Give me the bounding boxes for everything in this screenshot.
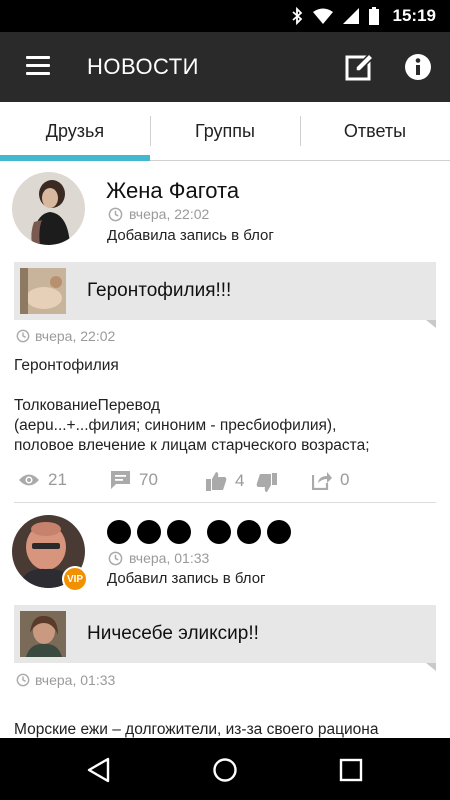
- post-time-text: вчера, 22:02: [35, 328, 116, 344]
- blog-card[interactable]: Геронтофилия!!!: [14, 262, 436, 328]
- page-title: НОВОСТИ: [87, 54, 199, 79]
- thumbs-up-icon: [206, 472, 227, 491]
- blog-thumbnail: [20, 268, 66, 314]
- status-bar: 15:19: [0, 0, 450, 32]
- post-action: Добавила запись в блог: [107, 227, 274, 244]
- blog-card[interactable]: Ничесебе эликсир!!: [14, 605, 436, 671]
- edit-icon[interactable]: [344, 52, 374, 82]
- avatar[interactable]: [12, 172, 85, 245]
- navigation-bar: [0, 738, 450, 800]
- post-body: Геронтофилия ТолкованиеПеревод (aepu...+…: [14, 357, 370, 454]
- post-time: вчера, 22:02: [16, 328, 115, 344]
- comments-stat[interactable]: 70: [110, 470, 158, 490]
- likes-stat[interactable]: 4: [205, 470, 244, 492]
- clock-icon: [108, 207, 123, 221]
- signal-icon: [342, 8, 359, 24]
- post-time: вчера, 01:33: [16, 672, 115, 688]
- card-corner: [426, 663, 436, 671]
- views-stat: 21: [18, 470, 67, 490]
- battery-icon: [368, 7, 379, 25]
- tab-groups[interactable]: Группы: [150, 102, 300, 160]
- post-body: Морские ежи – долгожители, из-за своего …: [14, 721, 379, 738]
- post-action: Добавил запись в блог: [107, 570, 266, 587]
- status-time: 15:19: [392, 6, 436, 25]
- recents-icon[interactable]: [338, 757, 364, 783]
- post-stats: 21 70 4 0: [0, 470, 450, 500]
- dislike-button[interactable]: [256, 472, 278, 494]
- views-count: 21: [48, 470, 67, 489]
- app-bar: НОВОСТИ: [0, 32, 450, 102]
- share-icon: [312, 472, 332, 490]
- blog-title: Геронтофилия!!!: [87, 280, 232, 301]
- post-meta: вчера, 22:02: [108, 206, 209, 222]
- wifi-icon: [312, 8, 333, 24]
- active-tab-indicator: [0, 155, 150, 161]
- clock-icon: [108, 551, 123, 565]
- post-time-text: вчера, 01:33: [35, 672, 116, 688]
- shares-count: 0: [340, 470, 350, 489]
- tab-bar: Друзья Группы Ответы: [0, 102, 450, 161]
- status-icons: 15:19: [291, 6, 436, 26]
- post-author[interactable]: Жена Фагота: [106, 178, 239, 204]
- bluetooth-icon: [291, 7, 302, 25]
- clock-icon: [16, 673, 30, 687]
- post-author[interactable]: [107, 520, 291, 544]
- comment-icon: [111, 471, 130, 489]
- blog-title: Ничесебе эликсир!!: [87, 623, 259, 644]
- post-meta: вчера, 01:33: [108, 550, 209, 566]
- tab-answers[interactable]: Ответы: [300, 102, 450, 160]
- home-icon[interactable]: [212, 757, 238, 783]
- post-timestamp: вчера, 22:02: [129, 206, 210, 222]
- eye-icon: [19, 474, 39, 486]
- vip-badge: VIP: [62, 566, 88, 592]
- info-icon[interactable]: [404, 53, 432, 81]
- post-divider: [14, 502, 436, 503]
- likes-count: 4: [235, 471, 245, 490]
- share-stat[interactable]: 0: [312, 470, 349, 490]
- tab-friends[interactable]: Друзья: [0, 102, 150, 160]
- clock-icon: [16, 329, 30, 343]
- menu-icon[interactable]: [26, 56, 50, 76]
- post-timestamp: вчера, 01:33: [129, 550, 210, 566]
- card-corner: [426, 320, 436, 328]
- comments-count: 70: [139, 470, 158, 489]
- back-icon[interactable]: [86, 757, 112, 783]
- thumbs-down-icon: [256, 473, 277, 492]
- blog-thumbnail: [20, 611, 66, 657]
